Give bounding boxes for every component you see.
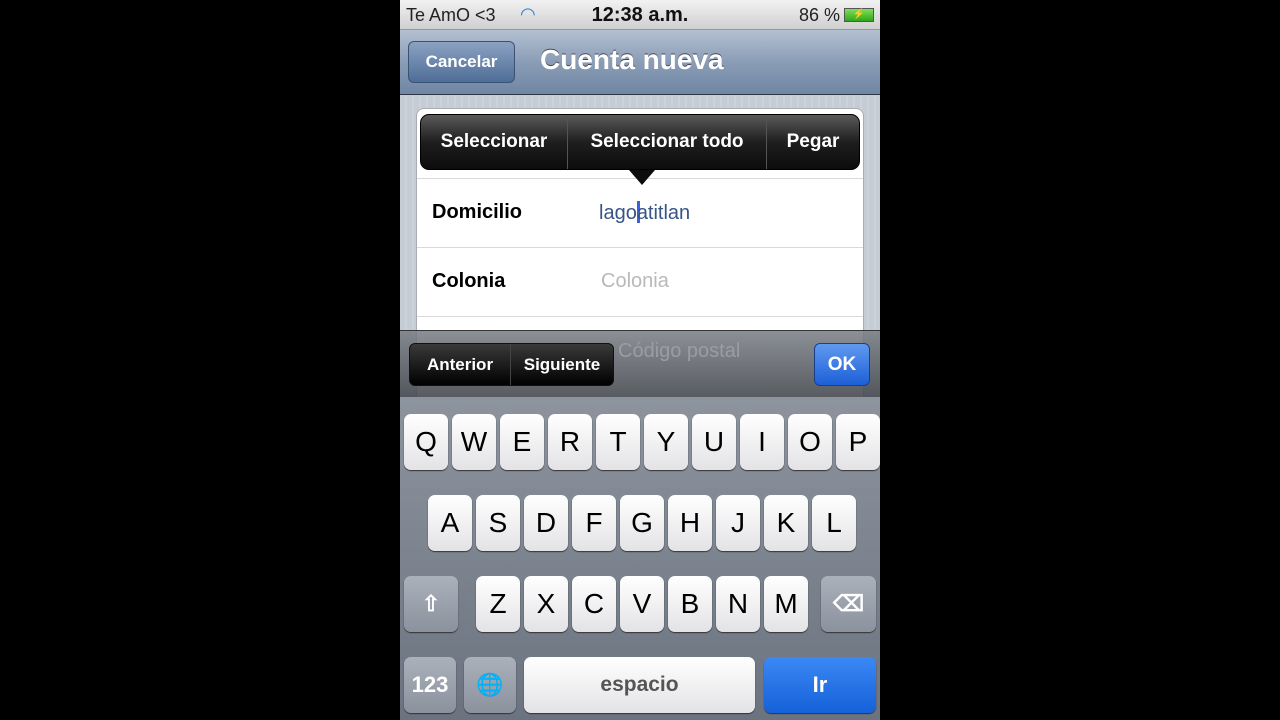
key-j[interactable]: J xyxy=(716,495,760,551)
key-q[interactable]: Q xyxy=(404,414,448,470)
form-row-domicilio[interactable]: Domicilio lagoatitlan xyxy=(417,178,863,247)
form-row-colonia[interactable]: Colonia Colonia xyxy=(417,247,863,316)
key-h[interactable]: H xyxy=(668,495,712,551)
key-k[interactable]: K xyxy=(764,495,808,551)
navigation-bar: Cancelar Cuenta nueva xyxy=(400,30,880,95)
battery-percent: 86 % xyxy=(798,5,840,25)
colonia-input[interactable]: Colonia xyxy=(601,270,669,293)
paste-menu-item[interactable]: Pegar xyxy=(767,115,859,169)
key-c[interactable]: C xyxy=(572,576,616,632)
key-v[interactable]: V xyxy=(620,576,664,632)
edit-menu-arrow xyxy=(629,170,655,185)
edit-menu: Seleccionar Seleccionar todo Pegar xyxy=(420,114,860,170)
key-x[interactable]: X xyxy=(524,576,568,632)
codigo-postal-input[interactable]: Código postal xyxy=(618,340,740,363)
previous-button[interactable]: Anterior xyxy=(410,344,511,385)
space-key[interactable]: espacio xyxy=(524,657,755,713)
phone-screen: Te AmO <3 ◠ 12:38 a.m. 86 % ⚡ Cancelar C… xyxy=(400,0,880,720)
key-z[interactable]: Z xyxy=(476,576,520,632)
numbers-key[interactable]: 123 xyxy=(404,657,456,713)
domicilio-input[interactable]: lagoatitlan xyxy=(599,201,690,225)
next-button[interactable]: Siguiente xyxy=(511,344,613,385)
key-y[interactable]: Y xyxy=(644,414,688,470)
domicilio-text-after: atitlan xyxy=(636,202,691,224)
key-n[interactable]: N xyxy=(716,576,760,632)
go-key[interactable]: Ir xyxy=(764,657,876,713)
cancel-button[interactable]: Cancelar xyxy=(408,41,515,83)
domicilio-label: Domicilio xyxy=(432,201,523,223)
key-f[interactable]: F xyxy=(572,495,616,551)
page-title: Cuenta nueva xyxy=(540,44,724,75)
status-bar: Te AmO <3 ◠ 12:38 a.m. 86 % ⚡ xyxy=(400,0,880,30)
prev-next-control: Anterior Siguiente xyxy=(409,343,614,386)
globe-icon[interactable]: 🌐 xyxy=(464,657,516,713)
key-w[interactable]: W xyxy=(452,414,496,470)
delete-key[interactable]: ⌫ xyxy=(821,576,876,632)
key-e[interactable]: E xyxy=(500,414,544,470)
key-i[interactable]: I xyxy=(740,414,784,470)
key-g[interactable]: G xyxy=(620,495,664,551)
key-s[interactable]: S xyxy=(476,495,520,551)
key-l[interactable]: L xyxy=(812,495,856,551)
key-m[interactable]: M xyxy=(764,576,808,632)
select-all-menu-item[interactable]: Seleccionar todo xyxy=(568,115,767,169)
key-u[interactable]: U xyxy=(692,414,736,470)
shift-key[interactable]: ⇧ xyxy=(404,576,458,632)
key-t[interactable]: T xyxy=(596,414,640,470)
key-r[interactable]: R xyxy=(548,414,592,470)
select-menu-item[interactable]: Seleccionar xyxy=(421,115,568,169)
keyboard: Q W E R T Y U I O P A S D F G H J K L Z X C V B N M ⇧ ⌫ 123 🌐 espacio I… xyxy=(400,397,880,720)
key-p[interactable]: P xyxy=(836,414,880,470)
key-d[interactable]: D xyxy=(524,495,568,551)
key-a[interactable]: A xyxy=(428,495,472,551)
ok-button[interactable]: OK xyxy=(814,343,870,386)
battery-charging-icon: ⚡ xyxy=(844,8,874,22)
key-o[interactable]: O xyxy=(788,414,832,470)
key-b[interactable]: B xyxy=(668,576,712,632)
colonia-label: Colonia xyxy=(432,270,506,292)
domicilio-text-before: lago xyxy=(599,202,637,224)
